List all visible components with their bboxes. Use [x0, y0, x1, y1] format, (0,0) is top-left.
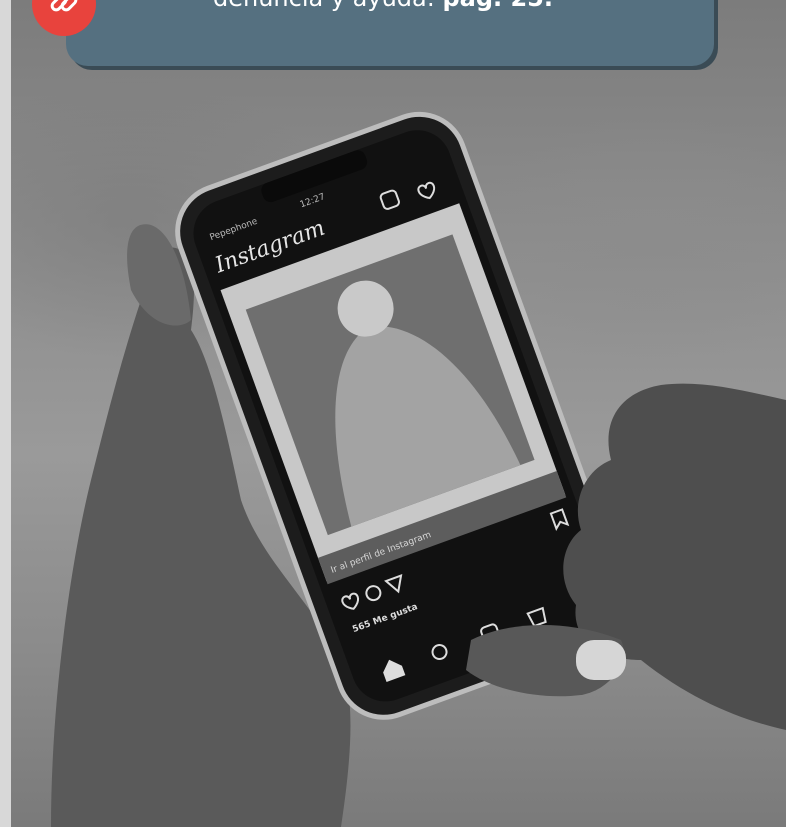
phone-photo-illustration: Pepephone 12:27 Instagram Ir al perfil d… — [51, 111, 786, 827]
info-callout: denuncia y ayuda: pág. 25. — [66, 0, 714, 66]
page-reference: pág. 25. — [442, 0, 553, 12]
callout-text: denuncia y ayuda: pág. 25. — [213, 0, 553, 12]
fingernail — [576, 640, 626, 680]
background-photo: Pepephone 12:27 Instagram Ir al perfil d… — [11, 0, 786, 827]
callout-text-prefix: denuncia y ayuda: — [213, 0, 442, 12]
link-icon — [47, 0, 81, 23]
